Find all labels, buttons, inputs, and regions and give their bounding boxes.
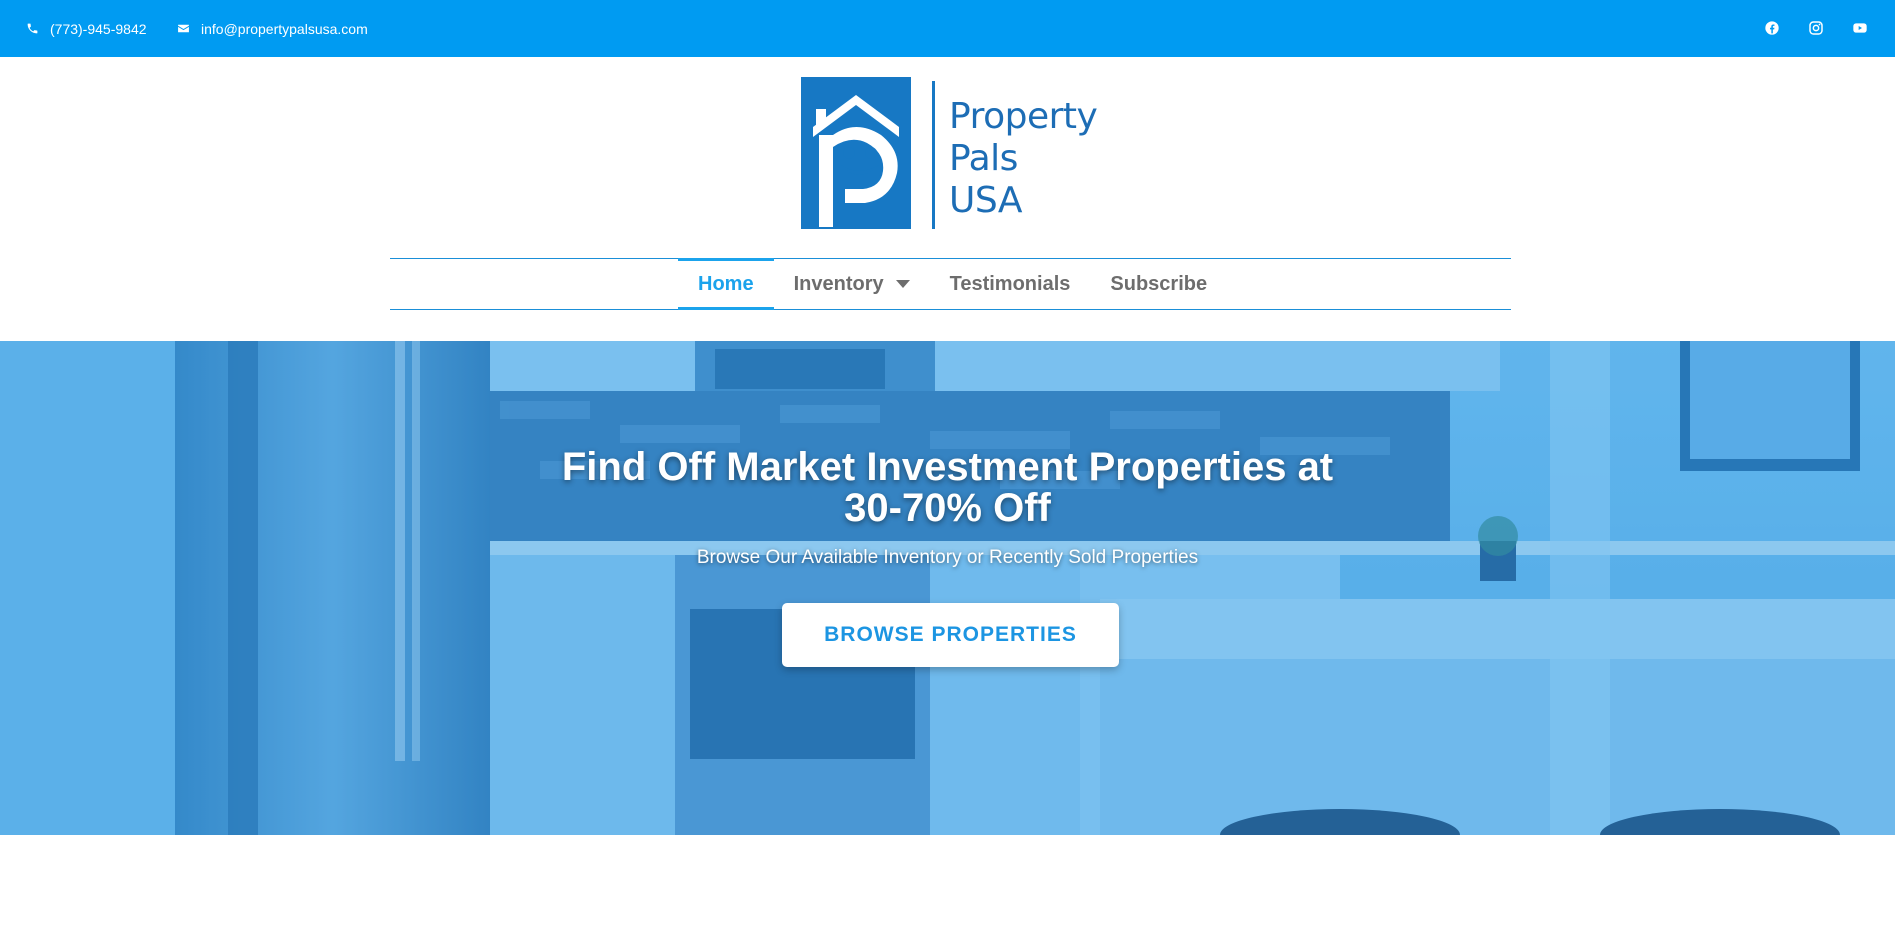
house-smiley-logo-icon (801, 77, 911, 229)
main-nav: Home Inventory Testimonials Subscribe (678, 258, 1227, 310)
site-logo[interactable]: Property Pals USA (801, 76, 1101, 231)
nav-item-inventory[interactable]: Inventory (774, 258, 930, 310)
phone-icon (27, 23, 38, 34)
email-contact[interactable]: info@propertypalsusa.com (177, 0, 368, 57)
nav-item-subscribe[interactable]: Subscribe (1090, 258, 1227, 310)
hero-title: Find Off Market Investment Properties at… (0, 447, 1895, 529)
youtube-icon[interactable] (1849, 17, 1871, 39)
phone-contact[interactable]: (773)-945-9842 (26, 0, 147, 57)
logo-line-pals: Pals (949, 138, 1018, 179)
hero-banner: Find Off Market Investment Properties at… (0, 341, 1895, 835)
logo-line-usa: USA (949, 180, 1023, 221)
email-address[interactable]: info@propertypalsusa.com (201, 21, 368, 37)
instagram-icon[interactable] (1805, 17, 1827, 39)
logo-wordmark: Property Pals USA (949, 96, 1098, 222)
logo-divider (932, 81, 935, 229)
nav-item-label[interactable]: Subscribe (1110, 273, 1207, 296)
kitchen-background-image (0, 341, 1895, 835)
browse-properties-button[interactable]: BROWSE PROPERTIES (782, 603, 1119, 667)
nav-item-home[interactable]: Home (678, 258, 774, 310)
envelope-icon (178, 24, 189, 33)
hero-subtitle: Browse Our Available Inventory or Recent… (696, 547, 1199, 568)
nav-item-label[interactable]: Inventory (794, 273, 884, 296)
hero-title-line-1: Find Off Market Investment Properties at (561, 445, 1334, 489)
nav-item-label[interactable]: Testimonials (950, 273, 1071, 296)
hero-title-line-2: 30-70% Off (844, 486, 1051, 530)
phone-number[interactable]: (773)-945-9842 (50, 21, 147, 37)
facebook-icon[interactable] (1761, 17, 1783, 39)
logo-line-property: Property (949, 96, 1098, 137)
caret-down-icon[interactable] (895, 280, 910, 288)
nav-item-label[interactable]: Home (698, 273, 754, 296)
top-contact-bar: (773)-945-9842 info@propertypalsusa.com (0, 0, 1895, 57)
nav-item-testimonials[interactable]: Testimonials (930, 258, 1091, 310)
